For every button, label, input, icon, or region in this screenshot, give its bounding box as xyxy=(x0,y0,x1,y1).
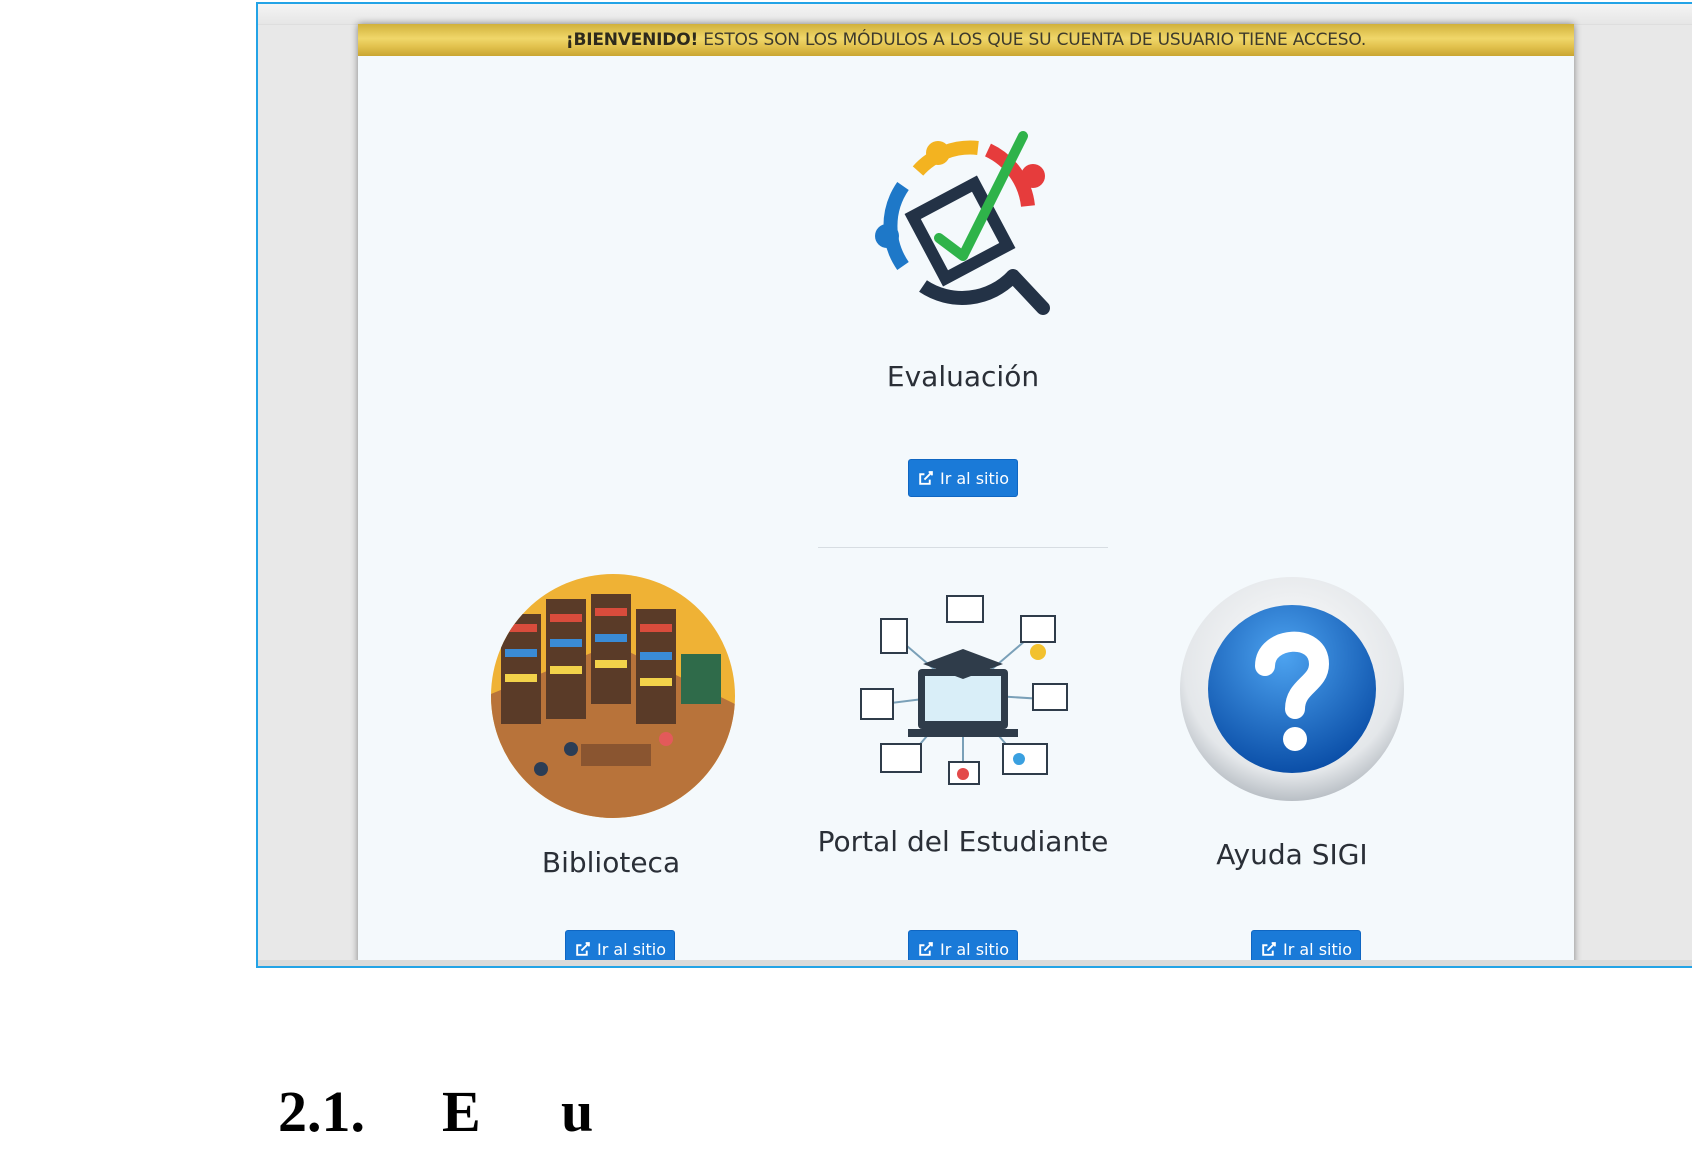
screenshot-bottom-edge xyxy=(258,960,1692,966)
external-link-icon xyxy=(576,941,590,956)
screenshot-frame: ¡BIENVENIDO! ESTOS SON LOS MÓDULOS A LOS… xyxy=(256,2,1692,968)
welcome-banner-text: ESTOS SON LOS MÓDULOS A LOS QUE SU CUENT… xyxy=(698,30,1367,50)
button-label: Ir al sitio xyxy=(939,939,1009,959)
library-illustration-icon xyxy=(491,574,735,818)
module-evaluacion: Evaluación xyxy=(843,116,1083,393)
module-title-biblioteca: Biblioteca xyxy=(541,846,681,879)
student-portal-icon xyxy=(860,595,1068,785)
heading-number: 2.1. xyxy=(278,1079,365,1144)
module-biblioteca: Biblioteca xyxy=(491,574,735,879)
ir-al-sitio-button-evaluacion[interactable]: Ir al sitio xyxy=(908,459,1018,497)
external-link-icon xyxy=(1262,941,1276,956)
external-link-icon xyxy=(919,470,933,485)
help-question-icon xyxy=(1180,577,1404,801)
module-title-portal-estudiante: Portal del Estudiante xyxy=(817,825,1109,858)
modules-page: ¡BIENVENIDO! ESTOS SON LOS MÓDULOS A LOS… xyxy=(358,24,1574,966)
module-portal-estudiante: Portal del Estudiante xyxy=(813,594,1113,858)
button-label: Ir al sitio xyxy=(1282,939,1352,959)
welcome-banner: ¡BIENVENIDO! ESTOS SON LOS MÓDULOS A LOS… xyxy=(358,24,1574,56)
module-title-evaluacion: Evaluación xyxy=(886,360,1040,393)
welcome-banner-strong: ¡BIENVENIDO! xyxy=(565,30,699,50)
external-link-icon xyxy=(919,941,933,956)
heading-word-1: E xyxy=(442,1079,481,1144)
browser-top-strip xyxy=(258,4,1692,25)
section-divider xyxy=(818,547,1108,548)
module-title-ayuda-sigi: Ayuda SIGI xyxy=(1216,838,1368,871)
module-ayuda-sigi: Ayuda SIGI xyxy=(1162,574,1422,871)
evaluation-checklist-icon xyxy=(875,131,1050,315)
button-label: Ir al sitio xyxy=(596,939,666,959)
button-label: Ir al sitio xyxy=(939,468,1009,488)
heading-word-2: u xyxy=(561,1079,594,1144)
